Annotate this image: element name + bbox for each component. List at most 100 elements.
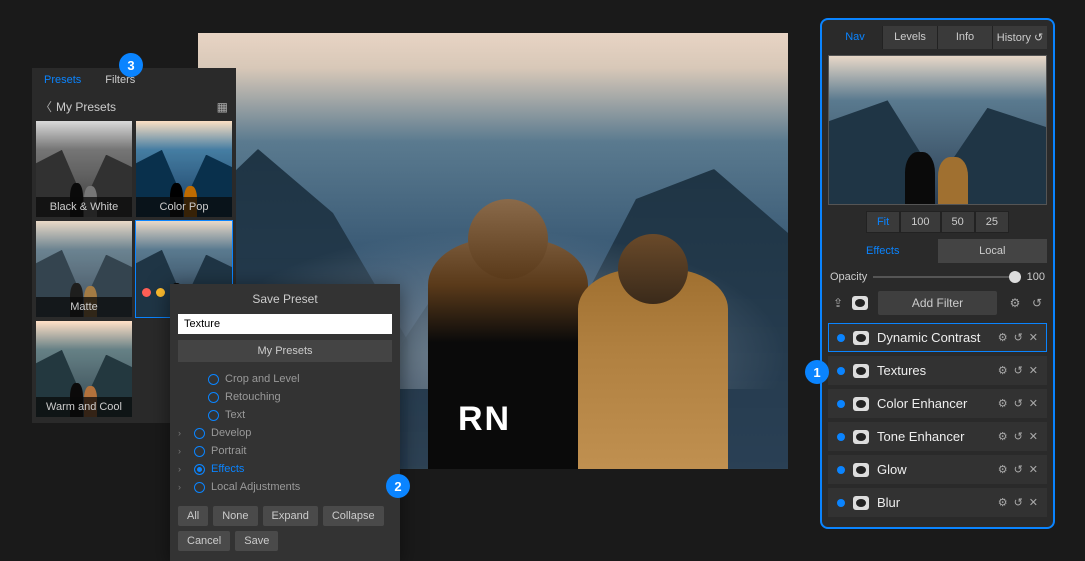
- back-chevron-icon[interactable]: 〈: [40, 98, 52, 115]
- close-icon[interactable]: ✕: [1029, 331, 1038, 344]
- enable-dot-icon[interactable]: [837, 400, 845, 408]
- gear-icon[interactable]: ⚙: [1007, 295, 1023, 311]
- reset-icon[interactable]: ↺: [1014, 397, 1023, 410]
- close-icon[interactable]: ✕: [1029, 496, 1038, 509]
- enable-dot-icon[interactable]: [837, 499, 845, 507]
- preset-black-and-white[interactable]: Black & White: [36, 121, 132, 217]
- add-filter-button[interactable]: Add Filter: [878, 291, 997, 315]
- mask-icon[interactable]: [853, 331, 869, 345]
- mask-icon[interactable]: [853, 496, 869, 510]
- zoom-fit-button[interactable]: Fit: [866, 211, 900, 233]
- mask-icon[interactable]: [853, 364, 869, 378]
- tab-levels[interactable]: Levels: [882, 26, 937, 49]
- enable-dot-icon[interactable]: [837, 466, 845, 474]
- filter-item-tone-enhancer[interactable]: Tone Enhancer ⚙ ↺ ✕: [828, 422, 1047, 451]
- preset-name-input[interactable]: [178, 314, 392, 334]
- reset-icon[interactable]: ↺: [1014, 331, 1023, 344]
- gear-icon[interactable]: ⚙: [998, 364, 1008, 377]
- filter-name: Color Enhancer: [877, 396, 990, 411]
- close-icon[interactable]: ✕: [1029, 397, 1038, 410]
- save-button[interactable]: Save: [235, 531, 278, 551]
- callout-badge-3: 3: [119, 53, 143, 77]
- tree-item[interactable]: ›Local Adjustments: [178, 478, 392, 496]
- all-button[interactable]: All: [178, 506, 208, 526]
- tree-item[interactable]: ›Effects: [178, 460, 392, 478]
- export-icon[interactable]: ⇪: [830, 295, 846, 311]
- panel-tabs: Nav Levels Info History↺: [822, 20, 1053, 55]
- preset-label: Matte: [36, 297, 132, 317]
- tab-presets[interactable]: Presets: [32, 68, 93, 92]
- preset-matte[interactable]: Matte: [36, 221, 132, 317]
- close-icon[interactable]: ✕: [1029, 364, 1038, 377]
- gear-icon[interactable]: ⚙: [998, 430, 1008, 443]
- tree-item[interactable]: ›Develop: [178, 424, 392, 442]
- enable-dot-icon[interactable]: [837, 367, 845, 375]
- filter-item-glow[interactable]: Glow ⚙ ↺ ✕: [828, 455, 1047, 484]
- zoom-25-button[interactable]: 25: [975, 211, 1009, 233]
- zoom-100-button[interactable]: 100: [900, 211, 940, 233]
- filter-name: Blur: [877, 495, 990, 510]
- grid-view-icon[interactable]: ▦: [217, 100, 228, 114]
- shirt-text: RN: [458, 400, 511, 439]
- enable-dot-icon[interactable]: [837, 334, 845, 342]
- save-preset-dialog: Save Preset My Presets Crop and Level Re…: [170, 284, 400, 561]
- preset-warm-and-cool[interactable]: Warm and Cool: [36, 321, 132, 417]
- enable-dot-icon[interactable]: [837, 433, 845, 441]
- preset-label: Warm and Cool: [36, 397, 132, 417]
- master-mask-icon[interactable]: [852, 296, 868, 310]
- chevron-right-icon[interactable]: ›: [178, 446, 188, 456]
- filter-item-color-enhancer[interactable]: Color Enhancer ⚙ ↺ ✕: [828, 389, 1047, 418]
- zoom-50-button[interactable]: 50: [941, 211, 975, 233]
- expand-button[interactable]: Expand: [263, 506, 318, 526]
- close-icon[interactable]: ✕: [1029, 463, 1038, 476]
- mask-icon[interactable]: [853, 463, 869, 477]
- collapse-button[interactable]: Collapse: [323, 506, 384, 526]
- filter-name: Dynamic Contrast: [877, 330, 990, 345]
- preset-color-pop[interactable]: Color Pop: [136, 121, 232, 217]
- filter-name: Glow: [877, 462, 990, 477]
- callout-badge-2: 2: [386, 474, 410, 498]
- filter-name: Textures: [877, 363, 990, 378]
- reset-icon[interactable]: ↺: [1014, 496, 1023, 509]
- close-icon[interactable]: ✕: [1029, 430, 1038, 443]
- gear-icon[interactable]: ⚙: [998, 496, 1008, 509]
- person-shape: [578, 269, 728, 469]
- mask-icon[interactable]: [853, 430, 869, 444]
- gear-icon[interactable]: ⚙: [998, 463, 1008, 476]
- opacity-slider[interactable]: [873, 276, 1020, 278]
- none-button[interactable]: None: [213, 506, 257, 526]
- navigator-thumbnail[interactable]: [828, 55, 1047, 205]
- tree-item[interactable]: Text: [178, 406, 392, 424]
- chevron-right-icon[interactable]: ›: [178, 464, 188, 474]
- tree-item[interactable]: Crop and Level: [178, 370, 392, 388]
- preset-folder-button[interactable]: My Presets: [178, 340, 392, 362]
- chevron-right-icon[interactable]: ›: [178, 428, 188, 438]
- gear-icon[interactable]: ⚙: [998, 397, 1008, 410]
- tree-item[interactable]: ›Portrait: [178, 442, 392, 460]
- mask-icon[interactable]: [853, 397, 869, 411]
- reset-icon[interactable]: ↺: [1029, 295, 1045, 311]
- opacity-label: Opacity: [830, 271, 867, 283]
- dialog-buttons: All None Expand Collapse Cancel Save: [178, 506, 392, 551]
- opacity-value: 100: [1027, 271, 1045, 283]
- chevron-right-icon[interactable]: ›: [178, 482, 188, 492]
- filter-name: Tone Enhancer: [877, 429, 990, 444]
- tab-local[interactable]: Local: [938, 239, 1048, 263]
- tree-item[interactable]: Retouching: [178, 388, 392, 406]
- reset-icon[interactable]: ↺: [1014, 364, 1023, 377]
- tab-history[interactable]: History↺: [992, 26, 1047, 49]
- callout-badge-1: 1: [805, 360, 829, 384]
- presets-header: 〈 My Presets ▦: [32, 92, 236, 121]
- effects-local-tabs: Effects Local: [828, 239, 1047, 263]
- tab-nav[interactable]: Nav: [828, 26, 882, 49]
- filter-item-blur[interactable]: Blur ⚙ ↺ ✕: [828, 488, 1047, 517]
- reset-icon[interactable]: ↺: [1014, 430, 1023, 443]
- filter-item-textures[interactable]: Textures ⚙ ↺ ✕: [828, 356, 1047, 385]
- tab-effects[interactable]: Effects: [828, 239, 938, 263]
- tab-info[interactable]: Info: [937, 26, 992, 49]
- cancel-button[interactable]: Cancel: [178, 531, 230, 551]
- reset-icon[interactable]: ↺: [1014, 463, 1023, 476]
- gear-icon[interactable]: ⚙: [998, 331, 1008, 344]
- filter-item-dynamic-contrast[interactable]: Dynamic Contrast ⚙ ↺ ✕: [828, 323, 1047, 352]
- presets-title: My Presets: [56, 100, 116, 114]
